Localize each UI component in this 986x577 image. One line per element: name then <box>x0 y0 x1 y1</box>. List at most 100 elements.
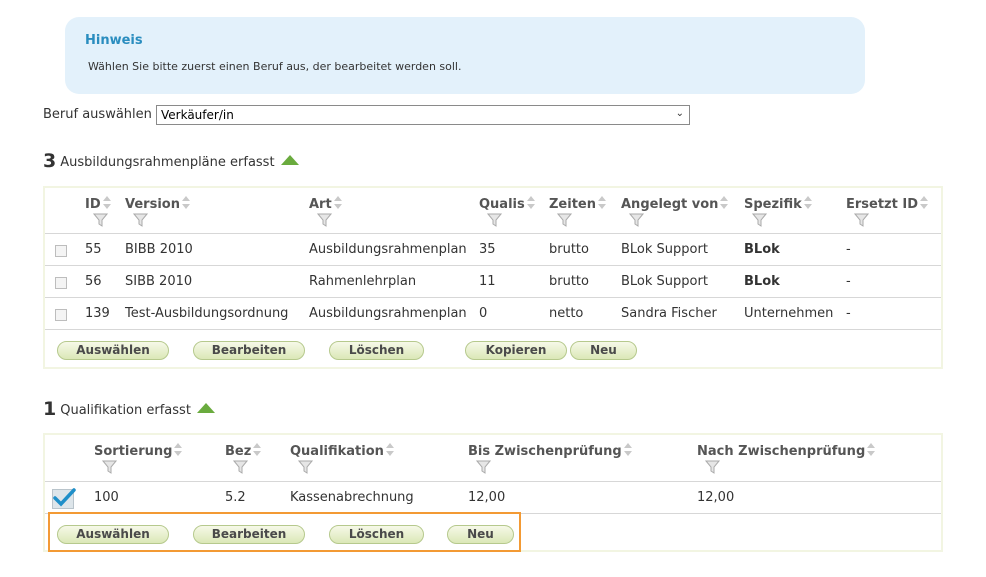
filter-icon[interactable] <box>476 460 491 474</box>
cell-bis: 12,00 <box>468 490 506 505</box>
col-header-nach[interactable]: Nach Zwischenprüfung <box>697 443 876 459</box>
cell-zeiten: netto <box>549 306 584 321</box>
row-checkbox[interactable] <box>55 309 67 321</box>
filter-icon[interactable] <box>629 213 644 227</box>
filter-icon[interactable] <box>102 460 117 474</box>
cell-version: SIBB 2010 <box>125 274 193 289</box>
hint-box: Hinweis Wählen Sie bitte zuerst einen Be… <box>65 17 865 94</box>
collapse-up-icon[interactable] <box>280 155 299 165</box>
beruf-label: Beruf auswählen <box>43 107 152 122</box>
delete-button[interactable]: Löschen <box>329 525 424 544</box>
plans-count: 3 <box>43 150 57 172</box>
cell-nach: 12,00 <box>697 490 735 505</box>
sort-icon[interactable] <box>720 196 729 210</box>
sort-icon[interactable] <box>385 443 394 457</box>
table-row[interactable]: 56 SIBB 2010 Rahmenlehrplan 11 brutto BL… <box>45 265 941 298</box>
filter-icon[interactable] <box>705 460 720 474</box>
filter-icon[interactable] <box>133 213 148 227</box>
sort-icon[interactable] <box>623 443 632 457</box>
beruf-select[interactable]: Verkäufer/in ⌄ <box>156 105 690 125</box>
beruf-selected-value: Verkäufer/in <box>161 108 234 122</box>
hint-text: Wählen Sie bitte zuerst einen Beruf aus,… <box>88 60 462 73</box>
cell-qualis: 11 <box>479 274 496 289</box>
cell-version: BIBB 2010 <box>125 242 193 257</box>
col-header-bis[interactable]: Bis Zwischenprüfung <box>468 443 632 459</box>
new-button[interactable]: Neu <box>447 525 514 544</box>
cell-qualifikation: Kassenabrechnung <box>290 490 414 505</box>
sort-icon[interactable] <box>803 196 812 210</box>
col-header-bez[interactable]: Bez <box>225 443 262 459</box>
filter-icon[interactable] <box>752 213 767 227</box>
quals-section-title: 1 Qualifikation erfasst <box>43 398 215 420</box>
checkmark-icon <box>53 488 76 507</box>
sort-icon[interactable] <box>181 196 190 210</box>
copy-button[interactable]: Kopieren <box>465 341 567 360</box>
table-row[interactable]: 139 Test-Ausbildungsordnung Ausbildungsr… <box>45 297 941 330</box>
sort-icon[interactable] <box>598 196 606 210</box>
cell-bez: 5.2 <box>225 490 246 505</box>
row-checkbox[interactable] <box>55 245 67 257</box>
table-row[interactable]: 100 5.2 Kassenabrechnung 12,00 12,00 <box>45 481 941 514</box>
quals-button-bar: Auswählen Bearbeiten Löschen Neu <box>45 513 941 553</box>
col-header-id[interactable]: ID <box>85 196 111 212</box>
delete-button[interactable]: Löschen <box>329 341 424 360</box>
col-header-qualifikation[interactable]: Qualifikation <box>290 443 394 459</box>
filter-icon[interactable] <box>557 213 572 227</box>
sort-icon[interactable] <box>102 196 111 210</box>
hint-title: Hinweis <box>85 33 143 48</box>
select-button[interactable]: Auswählen <box>57 525 169 544</box>
cell-qualis: 35 <box>479 242 496 257</box>
table-row[interactable]: 55 BIBB 2010 Ausbildungsrahmenplan 35 br… <box>45 233 941 266</box>
filter-icon[interactable] <box>317 213 332 227</box>
cell-art: Rahmenlehrplan <box>309 274 417 289</box>
cell-ersetzt: - <box>846 274 851 289</box>
row-checkbox[interactable] <box>52 488 76 509</box>
cell-spezifik: BLok <box>744 242 780 257</box>
edit-button[interactable]: Bearbeiten <box>193 525 305 544</box>
cell-qualis: 0 <box>479 306 488 321</box>
cell-id: 56 <box>85 274 102 289</box>
col-header-qualis[interactable]: Qualis <box>479 196 535 212</box>
quals-title: Qualifikation erfasst <box>60 403 191 418</box>
col-header-angelegt[interactable]: Angelegt von <box>621 196 729 212</box>
select-button[interactable]: Auswählen <box>57 341 169 360</box>
sort-icon[interactable] <box>253 443 262 457</box>
sort-icon[interactable] <box>526 196 535 210</box>
cell-spezifik: BLok <box>744 274 780 289</box>
filter-icon[interactable] <box>298 460 313 474</box>
sort-icon[interactable] <box>920 196 928 210</box>
filter-icon[interactable] <box>487 213 502 227</box>
chevron-down-icon: ⌄ <box>675 108 684 119</box>
col-header-zeiten[interactable]: Zeiten <box>549 196 606 212</box>
cell-zeiten: brutto <box>549 274 589 289</box>
filter-icon[interactable] <box>854 213 869 227</box>
sort-icon[interactable] <box>867 443 876 457</box>
edit-button[interactable]: Bearbeiten <box>193 341 305 360</box>
cell-angelegt: Sandra Fischer <box>621 306 717 321</box>
filter-icon[interactable] <box>233 460 248 474</box>
sort-icon[interactable] <box>333 196 342 210</box>
cell-sortierung: 100 <box>94 490 119 505</box>
sort-icon[interactable] <box>174 443 183 457</box>
plans-section-title: 3 Ausbildungsrahmenpläne erfasst <box>43 150 299 172</box>
plans-button-bar: Auswählen Bearbeiten Löschen Kopieren Ne… <box>45 329 941 369</box>
collapse-up-icon[interactable] <box>196 403 215 413</box>
col-header-sortierung[interactable]: Sortierung <box>94 443 183 459</box>
col-header-art[interactable]: Art <box>309 196 342 212</box>
new-button[interactable]: Neu <box>570 341 637 360</box>
cell-ersetzt: - <box>846 242 851 257</box>
col-header-spezifik[interactable]: Spezifik <box>744 196 812 212</box>
filter-icon[interactable] <box>93 213 108 227</box>
cell-ersetzt: - <box>846 306 851 321</box>
plans-panel: ID Version Art Qualis Zeiten Angelegt vo… <box>43 186 943 369</box>
cell-id: 139 <box>85 306 110 321</box>
col-header-version[interactable]: Version <box>125 196 190 212</box>
plans-title: Ausbildungsrahmenpläne erfasst <box>60 155 275 170</box>
cell-zeiten: brutto <box>549 242 589 257</box>
cell-spezifik: Unternehmen <box>744 306 834 321</box>
quals-count: 1 <box>43 398 57 420</box>
row-checkbox[interactable] <box>55 277 67 289</box>
cell-angelegt: BLok Support <box>621 274 708 289</box>
quals-panel: Sortierung Bez Qualifikation Bis Zwische… <box>43 433 943 552</box>
col-header-ersetzt[interactable]: Ersetzt ID <box>846 196 928 212</box>
